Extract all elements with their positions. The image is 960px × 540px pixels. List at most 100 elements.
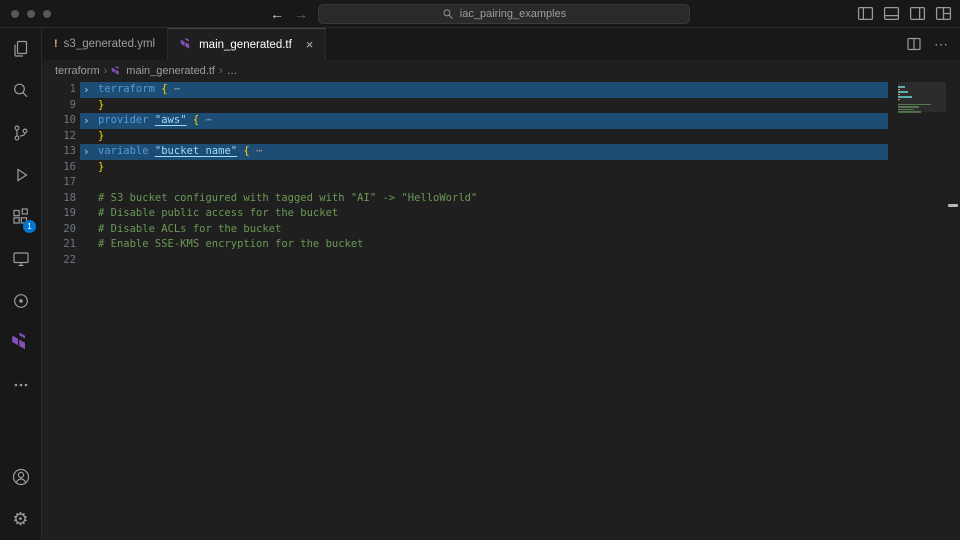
breadcrumb-item-symbol[interactable]: …: [227, 65, 238, 77]
fold-chevron-icon[interactable]: ›: [83, 144, 90, 160]
line-number: 18: [42, 191, 76, 207]
code-token: # Enable SSE-KMS encryption for the buck…: [98, 238, 364, 250]
line-number: 9: [42, 98, 76, 114]
line-number: 22: [42, 253, 76, 269]
terraform-icon: [11, 333, 31, 353]
code-token: # Disable public access for the bucket: [98, 207, 338, 219]
minimap-slider[interactable]: [898, 82, 946, 112]
line-number: 17: [42, 175, 76, 191]
sidebar-item-terraform[interactable]: [0, 322, 41, 364]
fold-chevron-icon[interactable]: ›: [83, 113, 90, 129]
code-line-body[interactable]: # Disable public access for the bucket: [80, 206, 888, 222]
editor-more-actions-icon[interactable]: ⋯: [934, 36, 948, 53]
chevron-right-icon: ›: [219, 65, 223, 77]
line-number: 1: [42, 82, 76, 98]
code-line[interactable]: 21# Enable SSE-KMS encryption for the bu…: [42, 237, 960, 253]
minimap[interactable]: [898, 82, 946, 540]
code-line-body[interactable]: [80, 175, 888, 191]
terraform-file-icon: [111, 66, 122, 77]
sidebar-item-remote-explorer[interactable]: [0, 238, 41, 280]
code-line[interactable]: 22: [42, 253, 960, 269]
tab-label: s3_generated.yml: [64, 38, 155, 50]
code-line[interactable]: 17: [42, 175, 960, 191]
run-and-debug-icon: [10, 164, 32, 186]
close-window-button[interactable]: [11, 10, 19, 18]
code-line-body[interactable]: # Enable SSE-KMS encryption for the buck…: [80, 237, 888, 253]
code-line-body[interactable]: # Disable ACLs for the bucket: [80, 222, 888, 238]
code-line-body[interactable]: ›variable "bucket_name" { ⋯: [80, 144, 888, 160]
toggle-sidebar-left-icon[interactable]: [857, 5, 874, 22]
code-editor[interactable]: 1›terraform { ⋯9}10›provider "aws" { ⋯12…: [42, 82, 960, 540]
code-line-body[interactable]: }: [80, 98, 888, 114]
code-line-body[interactable]: }: [80, 129, 888, 145]
breadcrumb-item-file[interactable]: main_generated.tf: [111, 65, 215, 77]
maximize-window-button[interactable]: [43, 10, 51, 18]
vscode-window: ← → iac_pairing_examples: [0, 0, 960, 540]
sidebar-item-search[interactable]: [0, 70, 41, 112]
code-line-body[interactable]: ›terraform { ⋯: [80, 82, 888, 98]
gear-icon: ⚙: [12, 509, 28, 530]
close-tab-icon[interactable]: ×: [306, 37, 314, 52]
code-token: ⋯: [199, 114, 212, 126]
yaml-exclamation-icon: !: [54, 38, 58, 50]
overview-ruler-mark: [948, 204, 958, 207]
accounts-button[interactable]: [0, 456, 41, 498]
code-line[interactable]: 1›terraform { ⋯: [42, 82, 960, 98]
tab-s3-generated-yml[interactable]: ! s3_generated.yml: [42, 28, 168, 60]
sidebar-item-circle-extension[interactable]: [0, 280, 41, 322]
code-line-body[interactable]: # S3 bucket configured with tagged with …: [80, 191, 888, 207]
code-line-body[interactable]: }: [80, 160, 888, 176]
line-number: 10: [42, 113, 76, 129]
code-line[interactable]: 13›variable "bucket_name" { ⋯: [42, 144, 960, 160]
code-token: variable: [98, 145, 155, 157]
code-line[interactable]: 12}: [42, 129, 960, 145]
minimap-line-mark: [898, 114, 946, 116]
window-controls: [11, 10, 51, 18]
sidebar-item-extensions[interactable]: 1: [0, 196, 41, 238]
line-number: 19: [42, 206, 76, 222]
code-line[interactable]: 10›provider "aws" { ⋯: [42, 113, 960, 129]
code-token: ⋯: [250, 145, 263, 157]
code-line[interactable]: 19 # Disable public access for the bucket: [42, 206, 960, 222]
explorer-files-icon: [10, 38, 32, 60]
sidebar-item-more[interactable]: [0, 364, 41, 406]
search-icon: [10, 80, 32, 102]
command-center-search[interactable]: iac_pairing_examples: [318, 4, 690, 24]
settings-button[interactable]: ⚙: [0, 498, 41, 540]
back-icon[interactable]: ←: [270, 4, 284, 24]
toggle-panel-icon[interactable]: [883, 5, 900, 22]
code-line[interactable]: 20 # Disable ACLs for the bucket: [42, 222, 960, 238]
breadcrumb-item-folder[interactable]: terraform: [55, 65, 100, 77]
search-icon: [442, 8, 454, 20]
line-number: 16: [42, 160, 76, 176]
minimize-window-button[interactable]: [27, 10, 35, 18]
code-token: ⋯: [168, 83, 181, 95]
activity-bar: 1: [0, 28, 42, 540]
chevron-right-icon: ›: [104, 65, 108, 77]
editor-tab-bar: ! s3_generated.yml main_generated.tf ×: [42, 28, 960, 60]
title-bar: ← → iac_pairing_examples: [0, 0, 960, 28]
sidebar-item-explorer[interactable]: [0, 28, 41, 70]
source-control-icon: [10, 122, 32, 144]
code-line[interactable]: 9}: [42, 98, 960, 114]
forward-icon[interactable]: →: [294, 4, 308, 24]
line-number: 20: [42, 222, 76, 238]
tab-main-generated-tf[interactable]: main_generated.tf ×: [168, 28, 326, 60]
code-lines: 1›terraform { ⋯9}10›provider "aws" { ⋯12…: [42, 82, 960, 268]
code-token: "aws": [155, 114, 187, 126]
code-line[interactable]: 16}: [42, 160, 960, 176]
toggle-sidebar-right-icon[interactable]: [909, 5, 926, 22]
sidebar-item-source-control[interactable]: [0, 112, 41, 154]
fold-chevron-icon[interactable]: ›: [83, 82, 90, 98]
code-line-body[interactable]: [80, 253, 888, 269]
code-token: # S3 bucket configured with tagged with …: [98, 192, 477, 204]
code-line-body[interactable]: ›provider "aws" { ⋯: [80, 113, 888, 129]
breadcrumb-file-label: main_generated.tf: [126, 65, 215, 77]
split-editor-icon[interactable]: [906, 36, 922, 52]
code-token: "bucket_name": [155, 145, 237, 157]
command-center-text: iac_pairing_examples: [460, 8, 566, 20]
code-token: # Disable ACLs for the bucket: [98, 223, 281, 235]
code-line[interactable]: 18 # S3 bucket configured with tagged wit…: [42, 191, 960, 207]
customize-layout-icon[interactable]: [935, 5, 952, 22]
sidebar-item-run-debug[interactable]: [0, 154, 41, 196]
